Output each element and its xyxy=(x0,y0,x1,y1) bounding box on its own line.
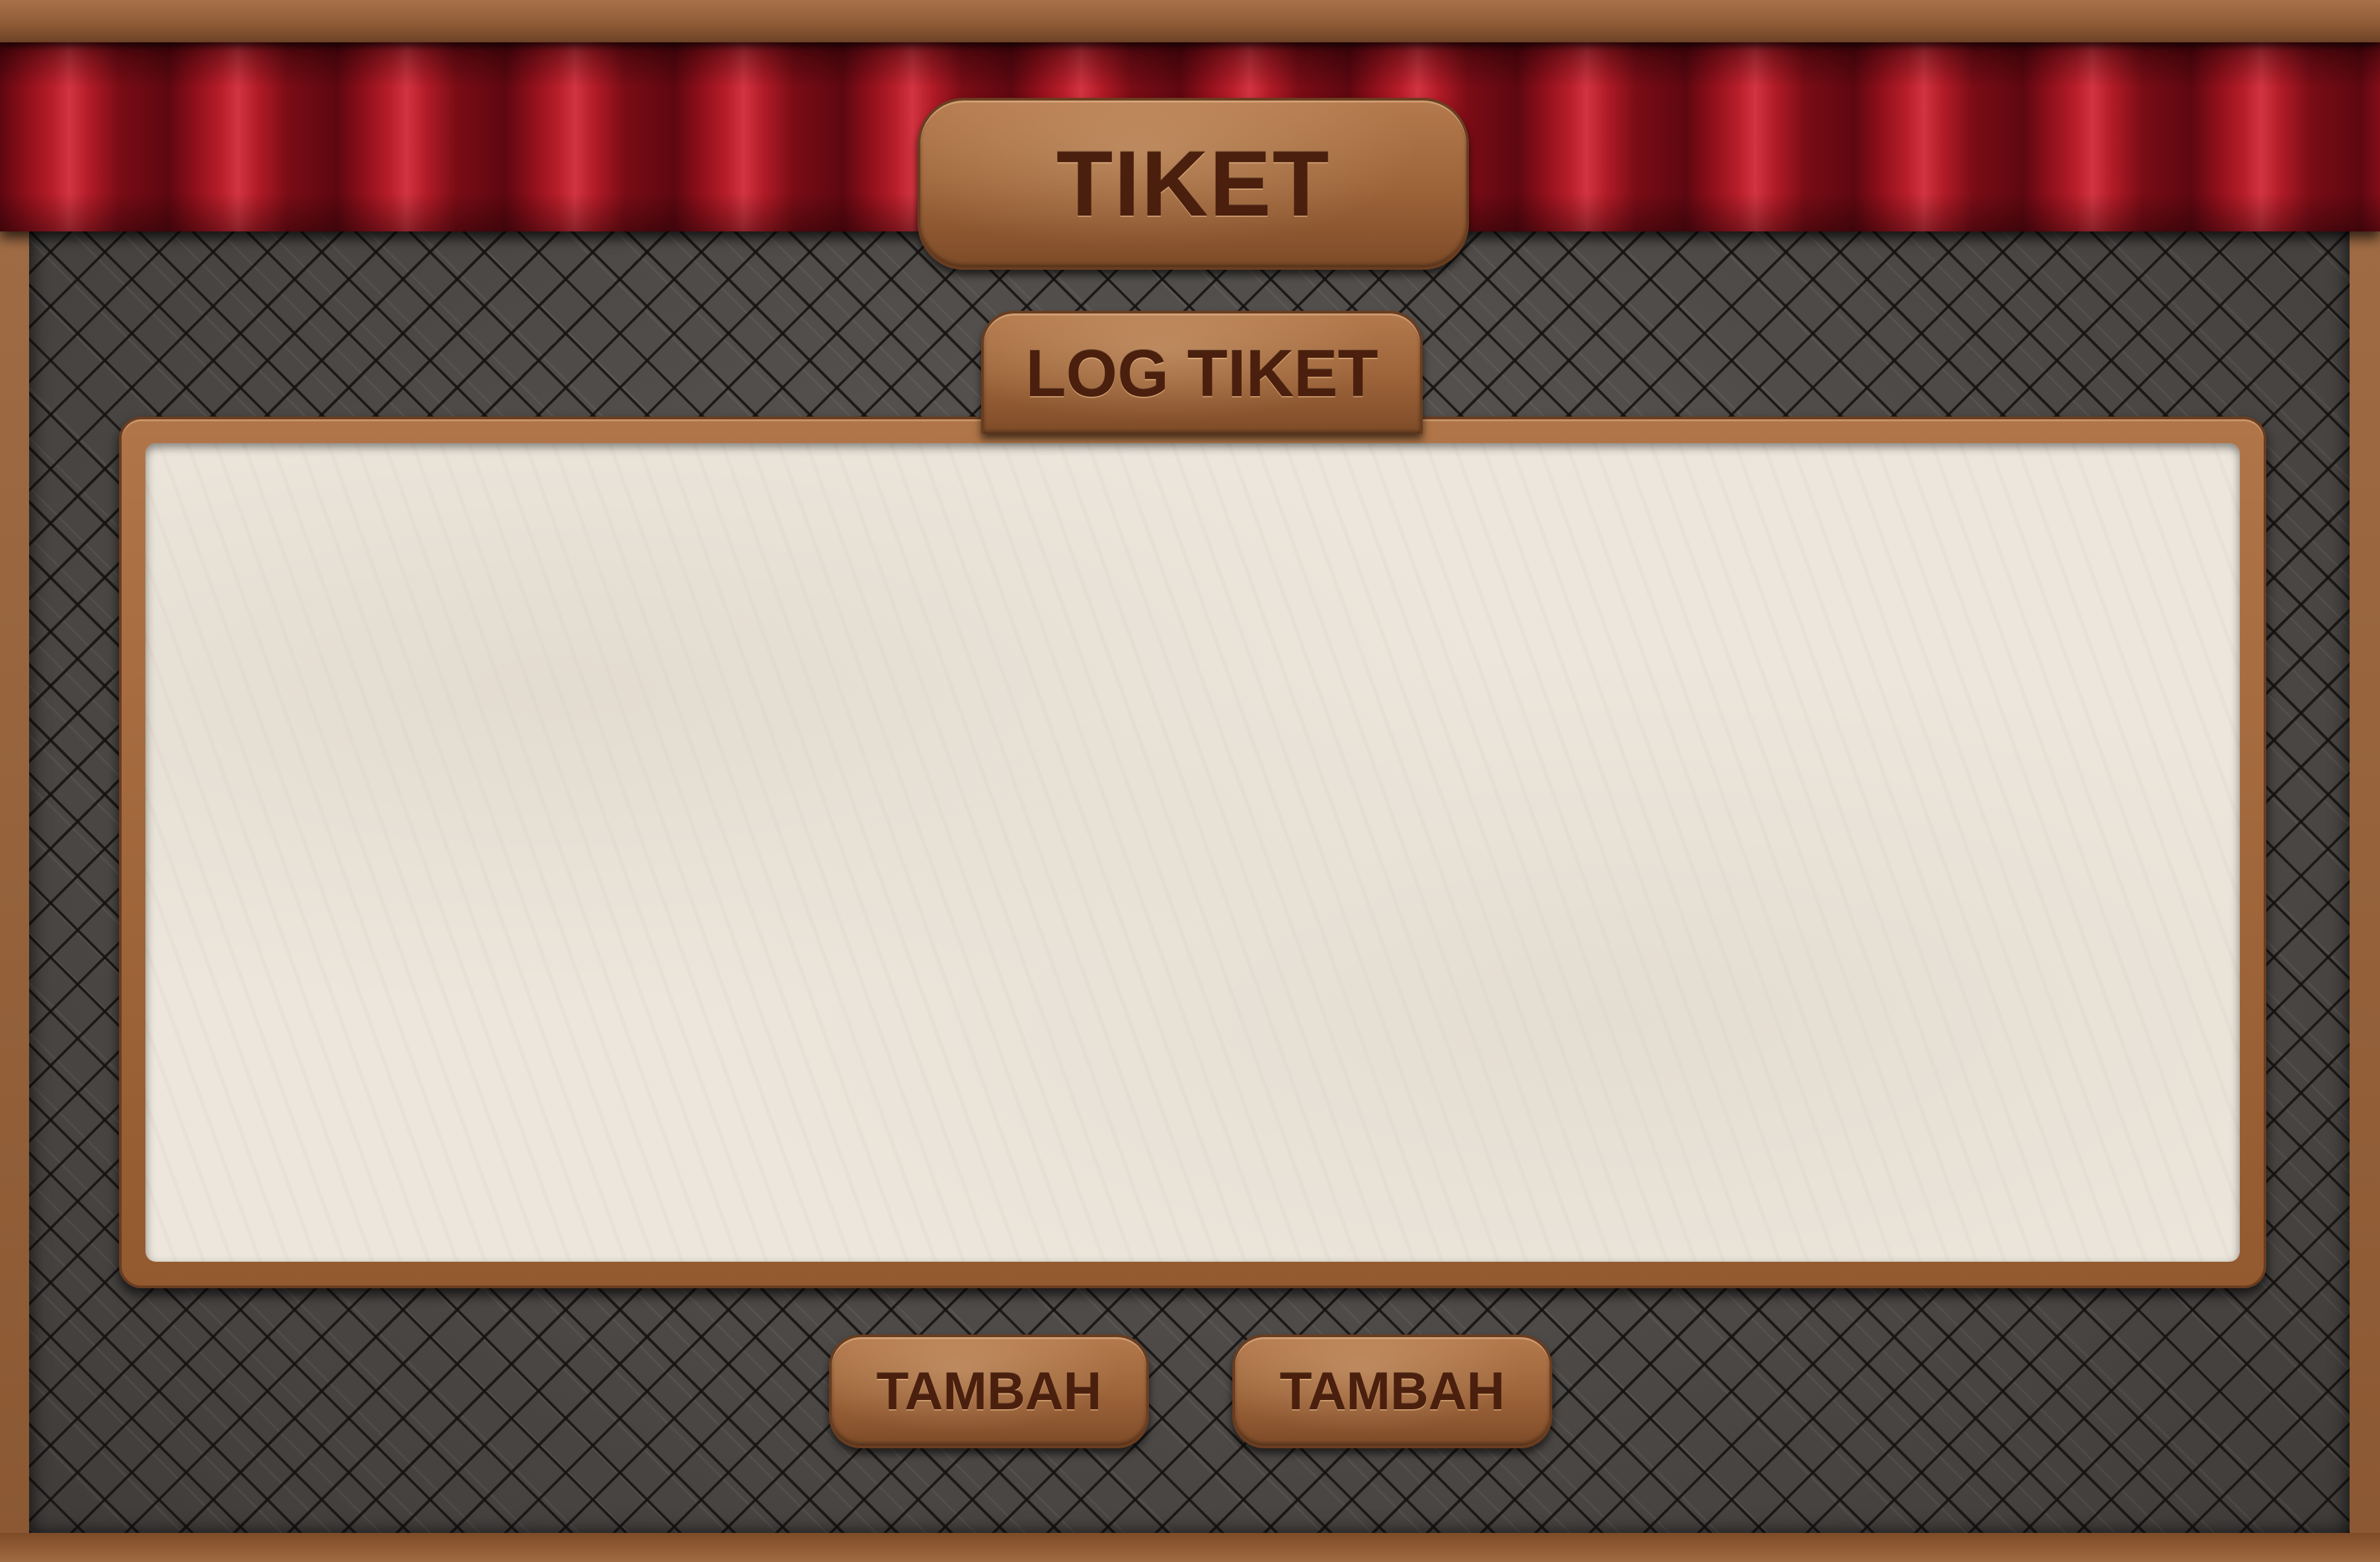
add-button-2[interactable]: TAMBAH xyxy=(1232,1335,1552,1448)
add-button-1[interactable]: TAMBAH xyxy=(829,1335,1149,1448)
log-list[interactable] xyxy=(145,443,2240,1262)
bottom-frame-rail xyxy=(0,1533,2380,1562)
page-title: TIKET xyxy=(918,98,1469,270)
log-tab-label: LOG TIKET xyxy=(981,311,1423,434)
curtain-rod xyxy=(0,0,2380,42)
log-panel xyxy=(119,417,2266,1288)
